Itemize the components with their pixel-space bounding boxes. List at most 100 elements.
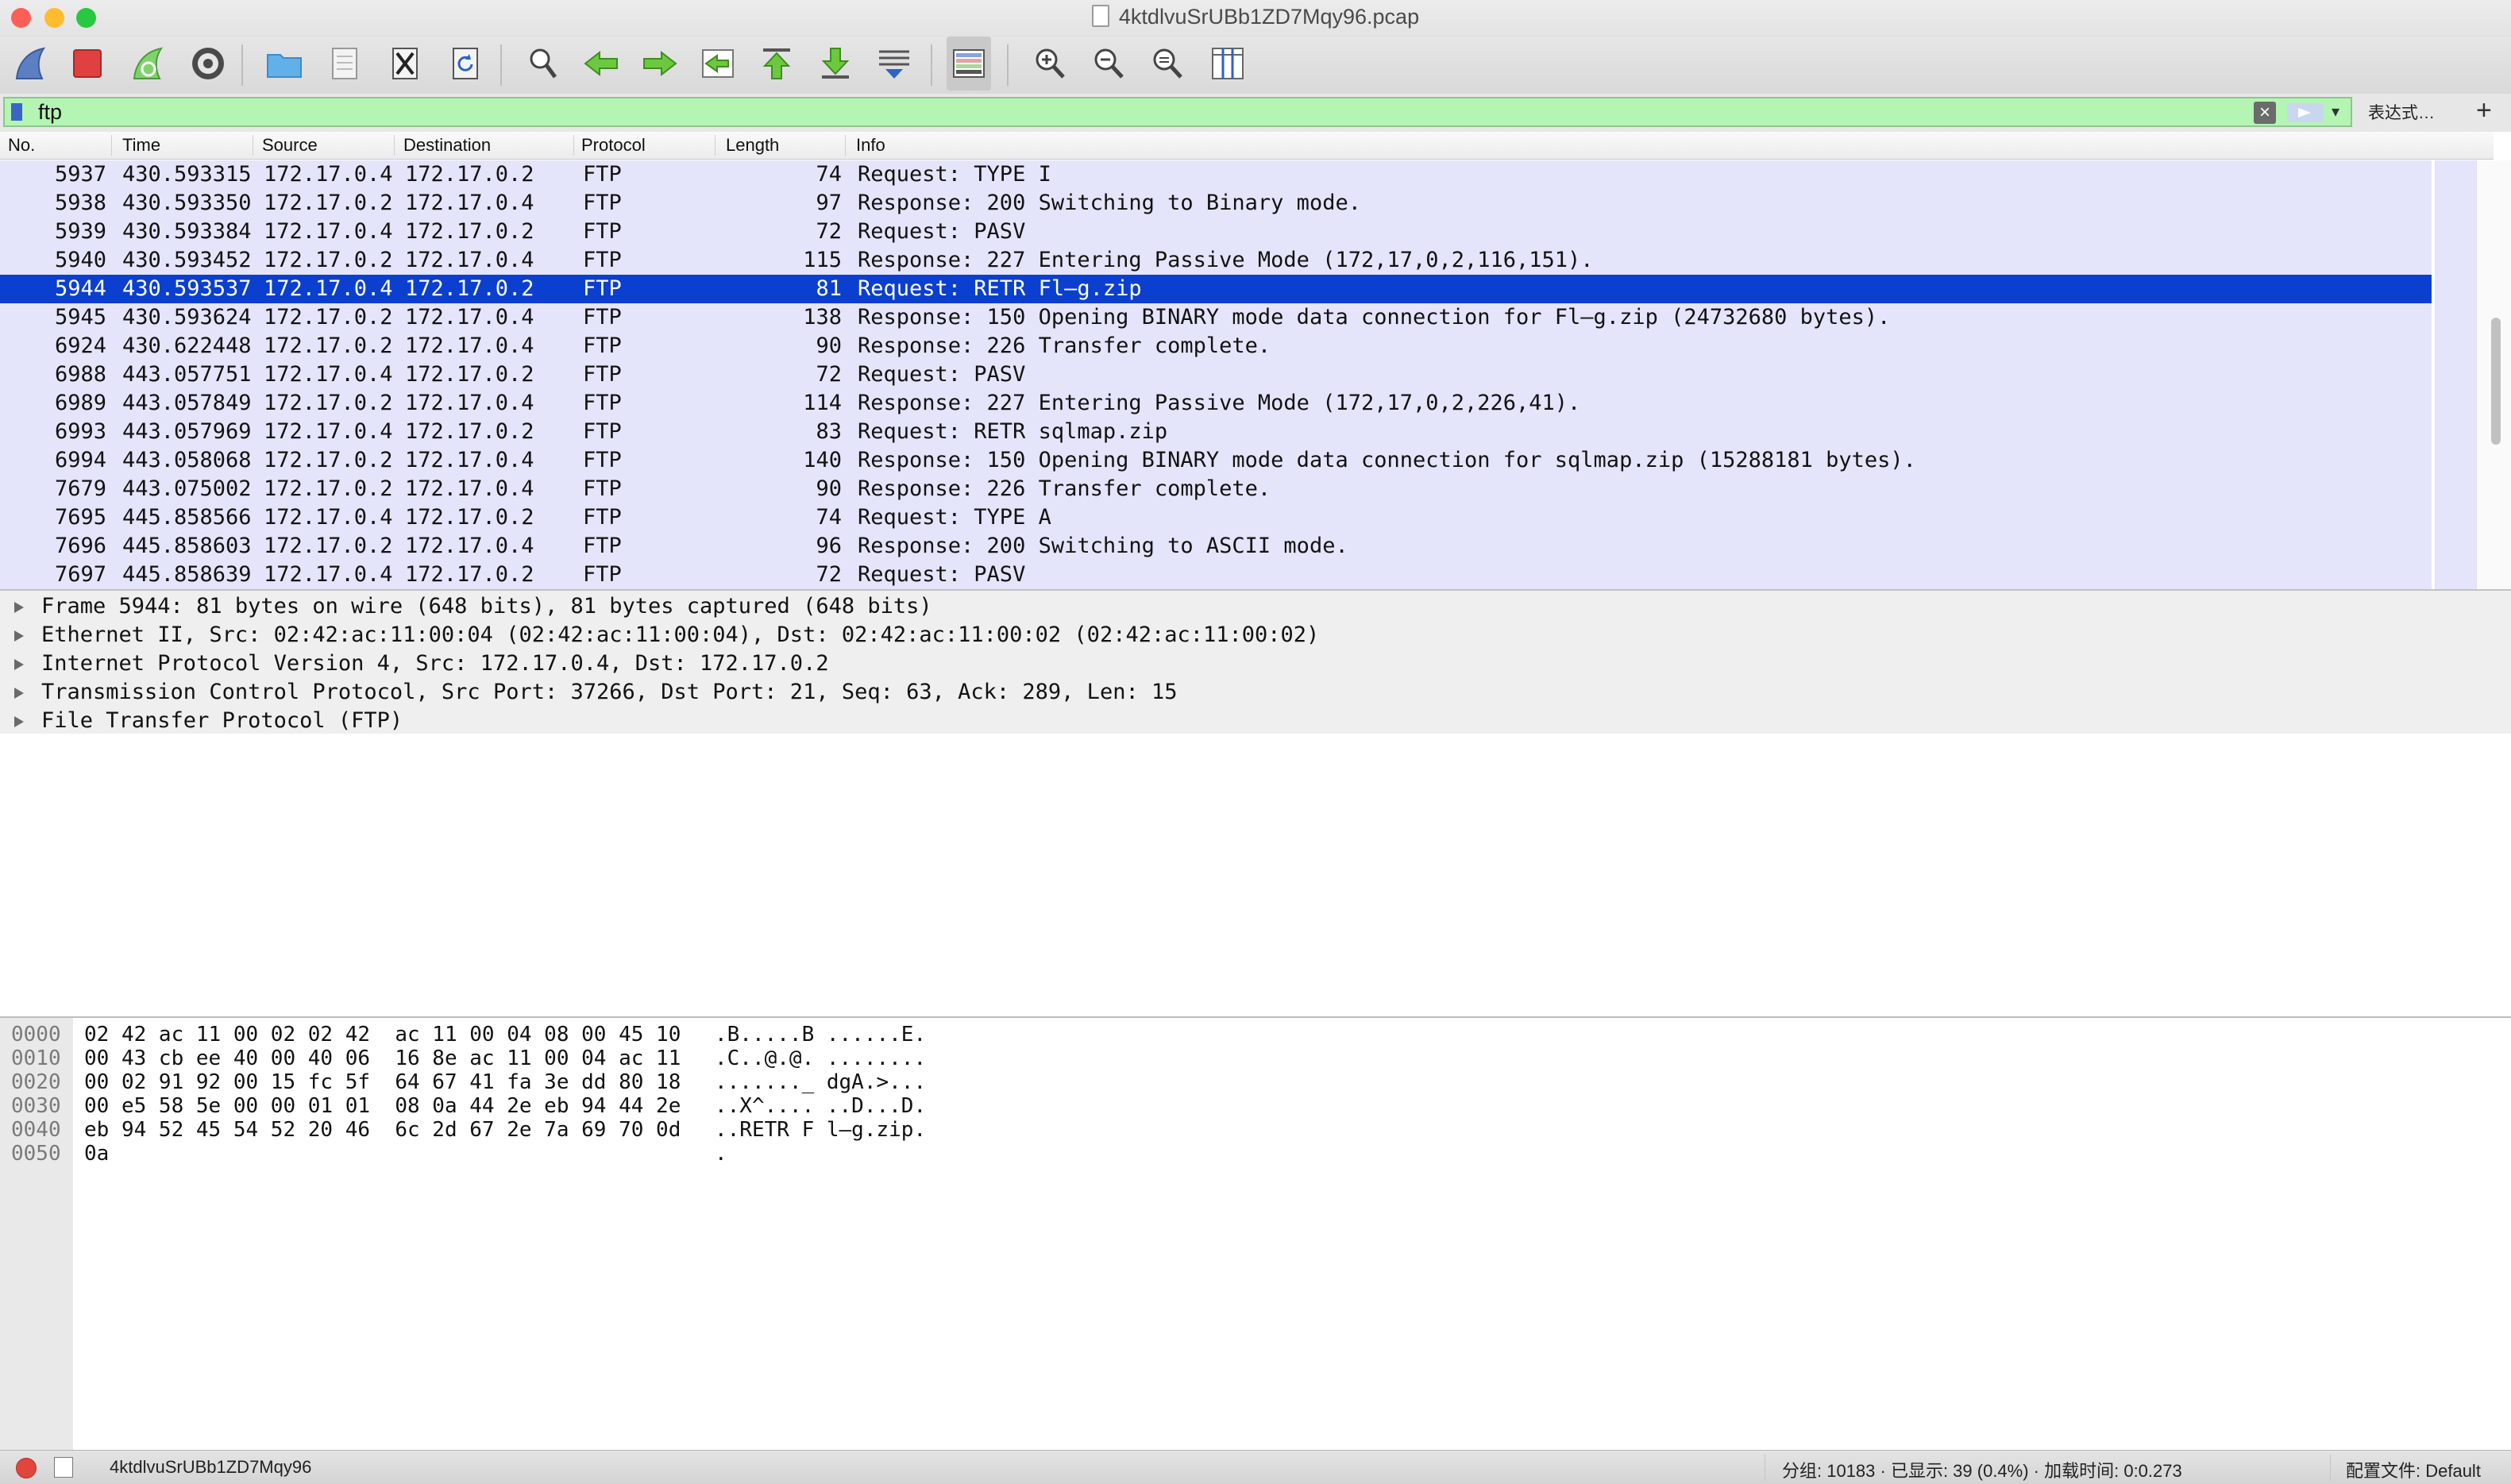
cell-info: Response: 226 Transfer complete.	[858, 476, 1271, 501]
resize-columns-icon[interactable]	[1205, 37, 1250, 91]
column-header-no[interactable]: No.	[8, 135, 35, 157]
go-back-icon[interactable]	[580, 37, 624, 91]
capture-options-icon[interactable]	[186, 37, 230, 91]
cell-source: 172.17.0.4	[264, 562, 393, 587]
colorize-icon[interactable]	[947, 37, 991, 91]
go-last-packet-icon[interactable]	[813, 37, 858, 91]
save-file-icon[interactable]	[322, 37, 367, 91]
packet-row[interactable]: 7695 445.858566 172.17.0.4 172.17.0.2 FTP 74 R…	[0, 503, 2432, 532]
packet-row[interactable]: 5939 430.593384 172.17.0.4 172.17.0.2 FTP 72 R…	[0, 218, 2432, 246]
normal-size-icon[interactable]	[1145, 37, 1190, 91]
column-header-time[interactable]: Time	[122, 135, 160, 157]
packet-details-pane: Frame 5944: 81 bytes on wire (648 bits),…	[0, 591, 2511, 1018]
clear-filter-icon[interactable]: ×	[2254, 102, 2276, 124]
expand-arrow-icon[interactable]	[14, 630, 24, 642]
cell-destination: 172.17.0.4	[405, 248, 534, 272]
packet-row[interactable]: 6988 443.057751 172.17.0.4 172.17.0.2 FTP 72 R…	[0, 360, 2432, 389]
column-header-protocol[interactable]: Protocol	[581, 135, 646, 157]
open-file-icon[interactable]	[262, 37, 307, 91]
hex-bytes: 00 e5 58 5e 00 00 01 01 08 0a 44 2e eb 9…	[84, 1094, 681, 1118]
packet-row-selected[interactable]: 5944 430.593537 172.17.0.4 172.17.0.2 FTP 81 R…	[0, 275, 2432, 303]
cell-time: 443.057849	[122, 391, 252, 415]
cell-time: 430.622448	[122, 333, 252, 358]
packet-row[interactable]: 6924 430.622448 172.17.0.2 172.17.0.4 FTP 90 R…	[0, 332, 2432, 360]
find-packet-icon[interactable]	[521, 37, 565, 91]
start-capture-icon[interactable]	[8, 37, 52, 91]
packet-list-scroll-thumb[interactable]	[2491, 318, 2501, 445]
hex-offset: 0020	[11, 1070, 61, 1094]
cell-no: 6988	[54, 362, 106, 387]
go-to-packet-icon[interactable]	[696, 37, 740, 91]
cell-time: 430.593350	[122, 191, 252, 215]
column-header-source[interactable]: Source	[262, 135, 318, 157]
cell-source: 172.17.0.4	[264, 419, 393, 444]
cell-no: 7696	[54, 534, 106, 558]
display-filter-bar: × ▾ 表达式… +	[0, 94, 2511, 133]
column-header-length[interactable]: Length	[726, 135, 779, 157]
close-file-icon[interactable]	[383, 37, 427, 91]
filter-bookmark-icon[interactable]	[11, 103, 22, 121]
restart-capture-icon[interactable]	[125, 37, 170, 91]
cell-source: 172.17.0.2	[264, 191, 393, 215]
cell-no: 7697	[54, 562, 106, 587]
display-filter-input[interactable]	[38, 100, 2246, 124]
cell-protocol: FTP	[583, 391, 622, 415]
cell-time: 445.858603	[122, 534, 252, 558]
packet-list-minimap[interactable]	[2435, 160, 2477, 589]
reload-file-icon[interactable]	[443, 37, 488, 91]
hex-bytes: eb 94 52 45 54 52 20 46 6c 2d 67 2e 7a 6…	[84, 1118, 681, 1142]
zoom-in-icon[interactable]	[1028, 37, 1072, 91]
packet-row[interactable]: 5940 430.593452 172.17.0.2 172.17.0.4 FTP 115…	[0, 246, 2432, 275]
hex-bytes: 00 43 cb ee 40 00 40 06 16 8e ac 11 00 0…	[84, 1047, 681, 1070]
apply-filter-icon[interactable]	[2287, 103, 2324, 122]
zoom-out-icon[interactable]	[1086, 37, 1131, 91]
cell-length: 90	[816, 333, 842, 358]
expert-info-icon[interactable]	[16, 1458, 37, 1478]
capture-comment-icon[interactable]	[54, 1457, 73, 1478]
cell-protocol: FTP	[583, 419, 622, 444]
add-filter-button[interactable]: +	[2476, 95, 2492, 126]
cell-source: 172.17.0.2	[264, 534, 393, 558]
expand-arrow-icon[interactable]	[14, 602, 24, 613]
cell-time: 430.593537	[122, 276, 252, 301]
packet-row[interactable]: 6989 443.057849 172.17.0.2 172.17.0.4 FTP 114…	[0, 389, 2432, 418]
expand-arrow-icon[interactable]	[14, 688, 24, 699]
auto-scroll-icon[interactable]	[872, 37, 916, 91]
cell-info: Response: 227 Entering Passive Mode (172…	[858, 391, 1581, 415]
stop-capture-icon[interactable]	[65, 37, 110, 91]
status-bar: 4ktdlvuSrUBb1ZD7Mqy96 分组: 10183 · 已显示: 3…	[0, 1450, 2511, 1484]
status-file-name: 4ktdlvuSrUBb1ZD7Mqy96	[110, 1457, 312, 1477]
packet-row[interactable]: 5937 430.593315 172.17.0.4 172.17.0.2 FTP 74 R…	[0, 160, 2432, 189]
expand-arrow-icon[interactable]	[14, 659, 24, 670]
status-profile[interactable]: 配置文件: Default	[2346, 1457, 2481, 1482]
cell-info: Request: TYPE A	[858, 505, 1051, 530]
packet-row[interactable]: 6994 443.058068 172.17.0.2 172.17.0.4 FTP 140…	[0, 446, 2432, 475]
packet-row[interactable]: 6993 443.057969 172.17.0.4 172.17.0.2 FTP 83 R…	[0, 418, 2432, 446]
cell-info: Request: PASV	[858, 219, 1026, 244]
column-divider[interactable]	[573, 135, 574, 156]
column-divider[interactable]	[394, 135, 395, 156]
cell-info: Request: PASV	[858, 362, 1026, 387]
packet-row[interactable]: 5938 430.593350 172.17.0.2 172.17.0.4 FTP 97 R…	[0, 189, 2432, 218]
cell-destination: 172.17.0.4	[405, 191, 534, 215]
cell-no: 5945	[54, 305, 106, 330]
column-header-info[interactable]: Info	[856, 135, 885, 157]
column-divider[interactable]	[845, 135, 846, 156]
column-divider[interactable]	[111, 135, 112, 156]
expand-arrow-icon[interactable]	[14, 716, 24, 727]
packet-row[interactable]: 5945 430.593624 172.17.0.2 172.17.0.4 FTP 138…	[0, 303, 2432, 332]
cell-protocol: FTP	[583, 476, 622, 501]
packet-list-scrollbar[interactable]	[2476, 160, 2511, 589]
cell-source: 172.17.0.2	[264, 333, 393, 358]
packet-row[interactable]: 7697 445.858639 172.17.0.4 172.17.0.2 FTP 72 R…	[0, 561, 2432, 589]
column-header-destination[interactable]: Destination	[403, 135, 491, 157]
cell-length: 114	[803, 391, 842, 415]
column-divider[interactable]	[715, 135, 716, 156]
filter-history-dropdown-icon[interactable]: ▾	[2332, 102, 2339, 121]
go-forward-icon[interactable]	[637, 37, 681, 91]
packet-row[interactable]: 7696 445.858603 172.17.0.2 172.17.0.4 FTP 96 R…	[0, 532, 2432, 561]
packet-row[interactable]: 7679 443.075002 172.17.0.2 172.17.0.4 FTP 90 R…	[0, 475, 2432, 503]
hex-ascii: .C..@.@. ........	[715, 1047, 927, 1070]
go-first-packet-icon[interactable]	[754, 37, 799, 91]
expression-button[interactable]: 表达式…	[2368, 100, 2435, 124]
